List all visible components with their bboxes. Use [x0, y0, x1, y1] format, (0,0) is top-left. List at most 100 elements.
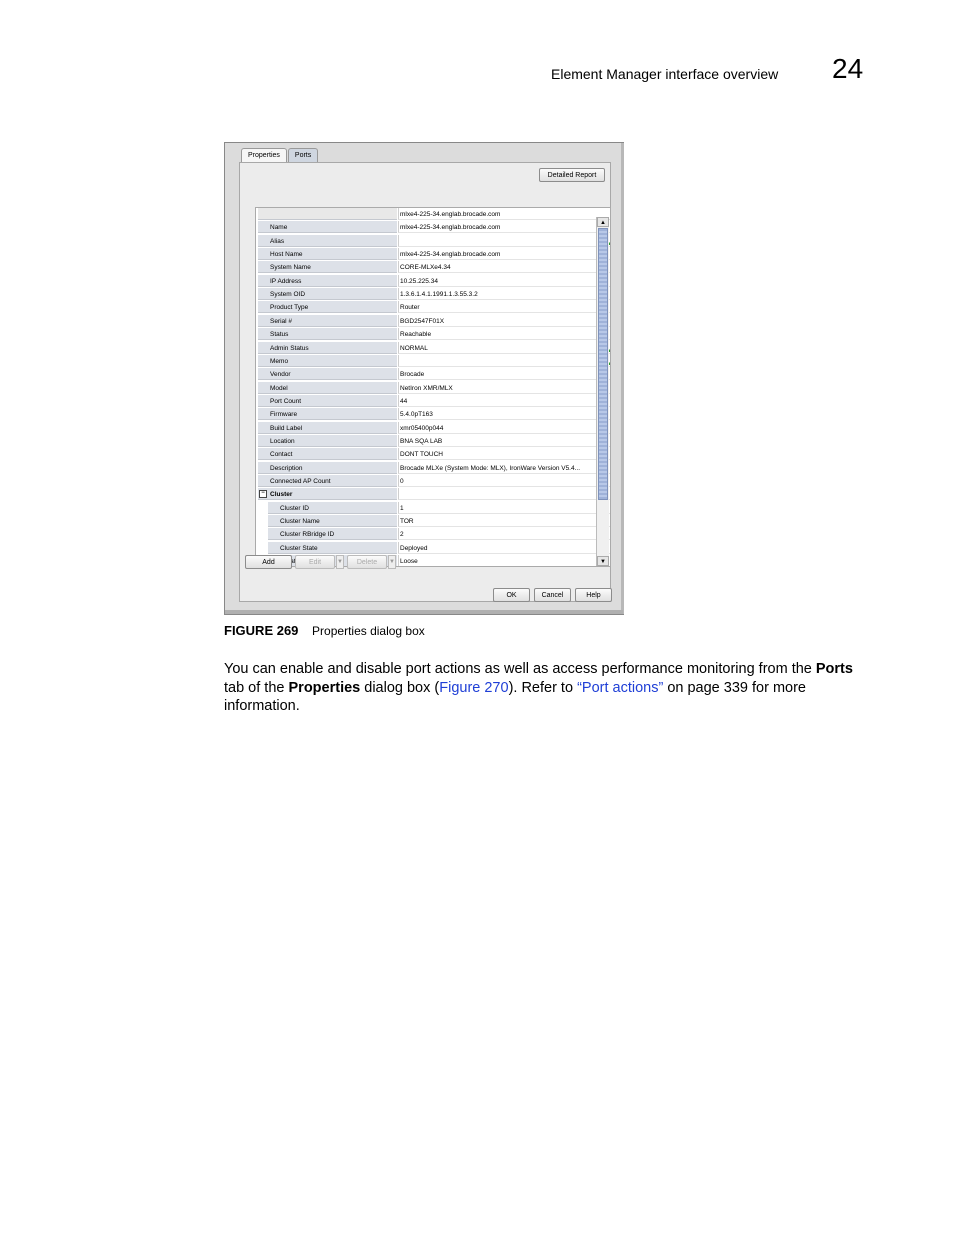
header-name-cell	[258, 208, 397, 220]
property-value-text: 1.3.6.1.4.1.1991.1.3.55.3.2	[400, 291, 478, 299]
port-actions-link[interactable]: “Port actions”	[577, 680, 663, 696]
figure-270-link[interactable]: Figure 270	[439, 680, 508, 696]
property-name: Memo	[258, 354, 397, 367]
table-row[interactable]: Contact DONT TOUCH	[256, 448, 610, 461]
property-name-text: Firmware	[270, 411, 298, 419]
property-value[interactable]	[398, 354, 610, 367]
property-value: DONT TOUCH	[398, 448, 610, 461]
property-name-text: System OID	[270, 291, 306, 299]
add-button[interactable]: Add	[245, 555, 292, 569]
table-row[interactable]: Admin Status NORMAL	[256, 341, 610, 355]
dialog-edge	[621, 143, 624, 614]
property-name-text: Admin Status	[270, 344, 309, 352]
cluster-row[interactable]: Cluster State Deployed	[256, 541, 610, 555]
property-value: Loose	[398, 555, 610, 566]
table-row[interactable]: Description Brocade MLXe (System Mode: ML…	[256, 461, 610, 475]
property-value: BNA SQA LAB	[398, 434, 610, 447]
property-value-text: mlxe4-225-34.englab.brocade.com	[400, 251, 501, 259]
property-value[interactable]	[398, 234, 610, 247]
property-value-text: CORE-MLXe4.34	[400, 264, 451, 272]
delete-dropdown-icon: ▼	[388, 555, 396, 569]
property-value: Brocade MLXe (System Mode: MLX), IronWar…	[398, 461, 610, 474]
property-value-text: Router	[400, 304, 420, 312]
table-row[interactable]: Connected AP Count 0	[256, 475, 610, 488]
property-name-text: Vendor	[270, 371, 291, 379]
tab-ports[interactable]: Ports	[287, 148, 319, 162]
cancel-button[interactable]: Cancel	[534, 588, 571, 602]
property-value: 5.4.0pT163	[398, 408, 610, 421]
property-value[interactable]: NORMAL	[398, 341, 610, 354]
cluster-row[interactable]: Cluster ID 1	[256, 501, 610, 515]
help-button[interactable]: Help	[575, 588, 612, 602]
properties-dialog: Properties Ports Detailed Report mlxe4-2…	[224, 142, 624, 615]
property-name: Location	[258, 434, 397, 447]
table-row[interactable]: Memo	[256, 354, 610, 368]
property-value: Reachable	[398, 328, 610, 341]
property-value-text: Brocade	[400, 371, 425, 379]
table-row[interactable]: Location BNA SQA LAB	[256, 434, 610, 448]
property-name-text: Contact	[270, 451, 293, 459]
property-value-text: Loose	[400, 558, 418, 566]
chapter-number: 24	[832, 53, 864, 84]
table-row[interactable]: Vendor Brocade	[256, 368, 610, 381]
property-value: 10.25.225.34	[398, 274, 610, 287]
tab-bar: Properties Ports	[241, 148, 319, 162]
ok-button[interactable]: OK	[493, 588, 530, 602]
property-name: System Name	[258, 261, 397, 274]
properties-table: mlxe4-225-34.englab.brocade.com Name mlxe…	[255, 207, 611, 567]
table-row[interactable]: Firmware 5.4.0pT163	[256, 408, 610, 421]
table-row[interactable]: Host Name mlxe4-225-34.englab.brocade.com	[256, 248, 610, 261]
property-value: 2	[398, 528, 610, 541]
cluster-row[interactable]: Cluster Name TOR	[256, 515, 610, 528]
property-value: TOR	[398, 515, 610, 528]
cluster-group-row[interactable]: − Cluster	[256, 488, 610, 501]
property-name: Host Name	[258, 248, 397, 261]
table-row[interactable]: System OID 1.3.6.1.4.1.1991.1.3.55.3.2	[256, 288, 610, 301]
table-row[interactable]: IP Address 10.25.225.34	[256, 274, 610, 288]
body-paragraph: You can enable and disable port actions …	[224, 660, 874, 716]
header-value-cell: mlxe4-225-34.englab.brocade.com	[398, 208, 610, 220]
property-name: Connected AP Count	[258, 475, 397, 487]
table-row[interactable]: Name mlxe4-225-34.englab.brocade.com	[256, 221, 610, 234]
detailed-report-button[interactable]: Detailed Report	[539, 168, 605, 182]
property-name: Contact	[258, 448, 397, 461]
edit-dropdown-icon: ▼	[336, 555, 344, 569]
table-row[interactable]: Model NetIron XMR/MLX	[256, 381, 610, 395]
scroll-up-icon[interactable]: ▲	[597, 217, 609, 227]
table-row[interactable]: Status Reachable	[256, 328, 610, 341]
property-value-text: TOR	[400, 518, 414, 526]
figure-caption: FIGURE 269 Properties dialog box	[224, 623, 425, 638]
property-name: Cluster Name	[268, 515, 397, 528]
property-name: Model	[258, 381, 397, 394]
tab-properties[interactable]: Properties	[241, 148, 287, 162]
dialog-bottom-bar	[225, 610, 623, 614]
property-value: 0	[398, 475, 610, 487]
table-row[interactable]: System Name CORE-MLXe4.34	[256, 261, 610, 274]
cluster-row[interactable]: Cluster RBridge ID 2	[256, 528, 610, 541]
property-name-text: Cluster ID	[280, 504, 309, 512]
table-row[interactable]: Product Type Router	[256, 301, 610, 314]
property-value: NetIron XMR/MLX	[398, 381, 610, 394]
collapse-icon[interactable]: −	[259, 490, 267, 499]
scroll-thumb[interactable]	[598, 228, 608, 500]
table-header-row: mlxe4-225-34.englab.brocade.com	[256, 208, 610, 221]
property-value-text: 5.4.0pT163	[400, 411, 433, 419]
property-value-text: xmr05400p044	[400, 424, 444, 432]
property-name-text: IP Address	[270, 277, 302, 285]
scroll-down-icon[interactable]: ▼	[597, 556, 609, 566]
property-name-text: Connected AP Count	[270, 478, 331, 485]
property-name: Product Type	[258, 301, 397, 314]
property-value-text: 1	[400, 504, 404, 512]
property-name-text: Status	[270, 331, 289, 339]
property-name: Cluster ID	[268, 501, 397, 514]
property-name: Build Label	[258, 421, 397, 434]
property-value-text: NetIron XMR/MLX	[400, 384, 453, 392]
table-row[interactable]: Alias	[256, 234, 610, 248]
table-row[interactable]: Port Count 44	[256, 394, 610, 408]
property-name: Description	[258, 461, 397, 474]
property-name: Cluster RBridge ID	[268, 528, 397, 541]
table-scrollbar[interactable]: ▲ ▼	[596, 217, 609, 566]
table-row[interactable]: Serial # BGD2547F01X	[256, 314, 610, 328]
table-row[interactable]: Build Label xmr05400p044	[256, 421, 610, 435]
property-name: IP Address	[258, 274, 397, 287]
